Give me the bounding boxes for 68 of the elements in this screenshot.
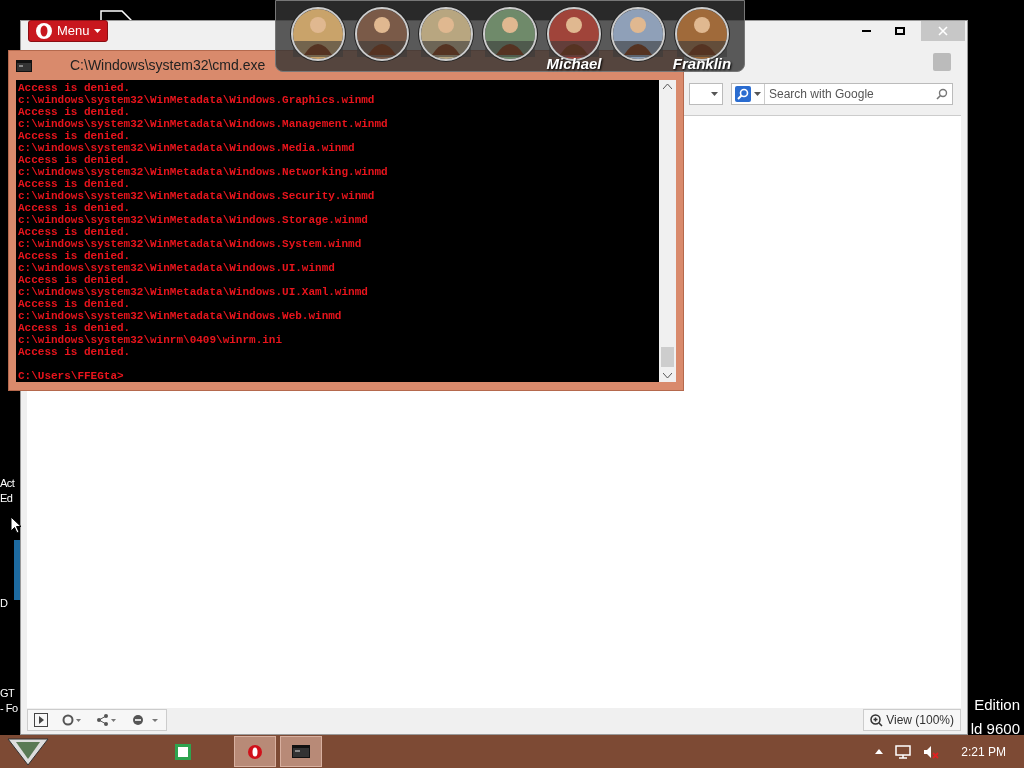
start-logo-icon[interactable] — [6, 736, 50, 767]
console-line: Access is denied. — [18, 250, 131, 262]
opera-logo-icon — [35, 22, 53, 40]
console-line: c:\windows\system32\WinMetadata\Windows.UI.Xaml.winmd — [18, 286, 368, 298]
search-engine-icon — [735, 86, 751, 102]
desktop-icon-label: Act — [0, 478, 15, 489]
console-line: c:\windows\system32\WinMetadata\Windows.Storage.winmd — [18, 214, 368, 226]
spreadsheet-icon — [175, 743, 191, 760]
console-line: Access is denied. — [18, 130, 131, 142]
caret-icon — [754, 92, 761, 96]
scrollbar[interactable] — [659, 80, 676, 382]
share-icon[interactable] — [96, 714, 118, 726]
clock[interactable]: 2:21 PM — [961, 742, 1006, 761]
taskbar-app[interactable] — [234, 736, 276, 767]
desktop-icon-label: GT — [0, 688, 15, 699]
console-line: c:\windows\system32\WinMetadata\Windows.Networking.winmd — [18, 166, 388, 178]
watermark-text: ld 9600 — [970, 721, 1020, 736]
dock-label: Michael — [546, 56, 602, 71]
console-line: c:\windows\system32\WinMetadata\Windows.Web.winmd — [18, 310, 342, 322]
console-line: Access is denied. — [18, 274, 131, 286]
console-line: c:\windows\system32\WinMetadata\Windows.System.winmd — [18, 238, 362, 250]
console-line: Access is denied. — [18, 346, 131, 358]
mouse-pointer-icon — [10, 516, 22, 534]
volume-muted-icon[interactable] — [923, 744, 940, 759]
desktop-icon — [14, 540, 20, 600]
console-line: Access is denied. — [18, 82, 131, 94]
console-line: Access is denied. — [18, 106, 131, 118]
search-icon — [936, 88, 948, 100]
console-line: c:\windows\system32\winrm\0409\winrm.ini — [18, 334, 283, 346]
console-line: c:\windows\system32\WinMetadata\Windows.Management.winmd — [18, 118, 388, 130]
console-line: c:\windows\system32\WinMetadata\Windows.Graphics.winmd — [18, 94, 375, 106]
scroll-down-icon — [663, 373, 672, 378]
zoom-button[interactable]: View (100%) — [863, 709, 961, 731]
scroll-thumb[interactable] — [661, 347, 674, 367]
desktop-icon-label: Ed — [0, 493, 13, 504]
dock-label: Franklin — [672, 56, 732, 71]
search-box[interactable]: Search with Google — [731, 83, 953, 105]
close-icon — [938, 26, 948, 36]
console-line: Access is denied. — [18, 202, 131, 214]
search-field[interactable]: Search with Google — [765, 85, 936, 103]
zoom-icon — [870, 713, 884, 727]
console-line: Access is denied. — [18, 154, 131, 166]
opera-logo-icon — [247, 743, 263, 760]
window-title: C:\Windows\system32\cmd.exe — [70, 56, 266, 75]
watermark-text: Edition — [974, 697, 1020, 712]
console-line: c:\windows\system32\WinMetadata\Windows.UI.winmd — [18, 262, 335, 274]
network-icon[interactable] — [895, 744, 912, 759]
caret-up-icon[interactable] — [875, 749, 884, 754]
menu-button[interactable]: Menu — [28, 20, 108, 42]
console-prompt: C:\Users\FFEGta> — [18, 370, 124, 382]
console-line: Access is denied. — [18, 226, 131, 238]
console-line: c:\windows\system32\WinMetadata\Windows.Security.winmd — [18, 190, 375, 202]
desktop-icon-label: - Fo — [0, 703, 18, 714]
console-line: Access is denied. — [18, 298, 131, 310]
caret-icon — [93, 29, 101, 33]
console-line: c:\windows\system32\WinMetadata\Windows.Media.winmd — [18, 142, 355, 154]
sync-icon[interactable] — [62, 714, 82, 726]
taskbar-app[interactable] — [280, 736, 322, 767]
scroll-up-icon — [663, 84, 672, 89]
console-line: Access is denied. — [18, 178, 131, 190]
console-icon — [292, 745, 310, 758]
block-icon[interactable] — [132, 714, 160, 726]
address-dropdown[interactable] — [689, 83, 723, 105]
caret-icon — [711, 92, 718, 96]
console-icon — [16, 59, 32, 72]
desktop-icon-label: D — [0, 598, 8, 609]
console-line: Access is denied. — [18, 322, 131, 334]
panel-toggle-icon[interactable] — [34, 713, 48, 727]
